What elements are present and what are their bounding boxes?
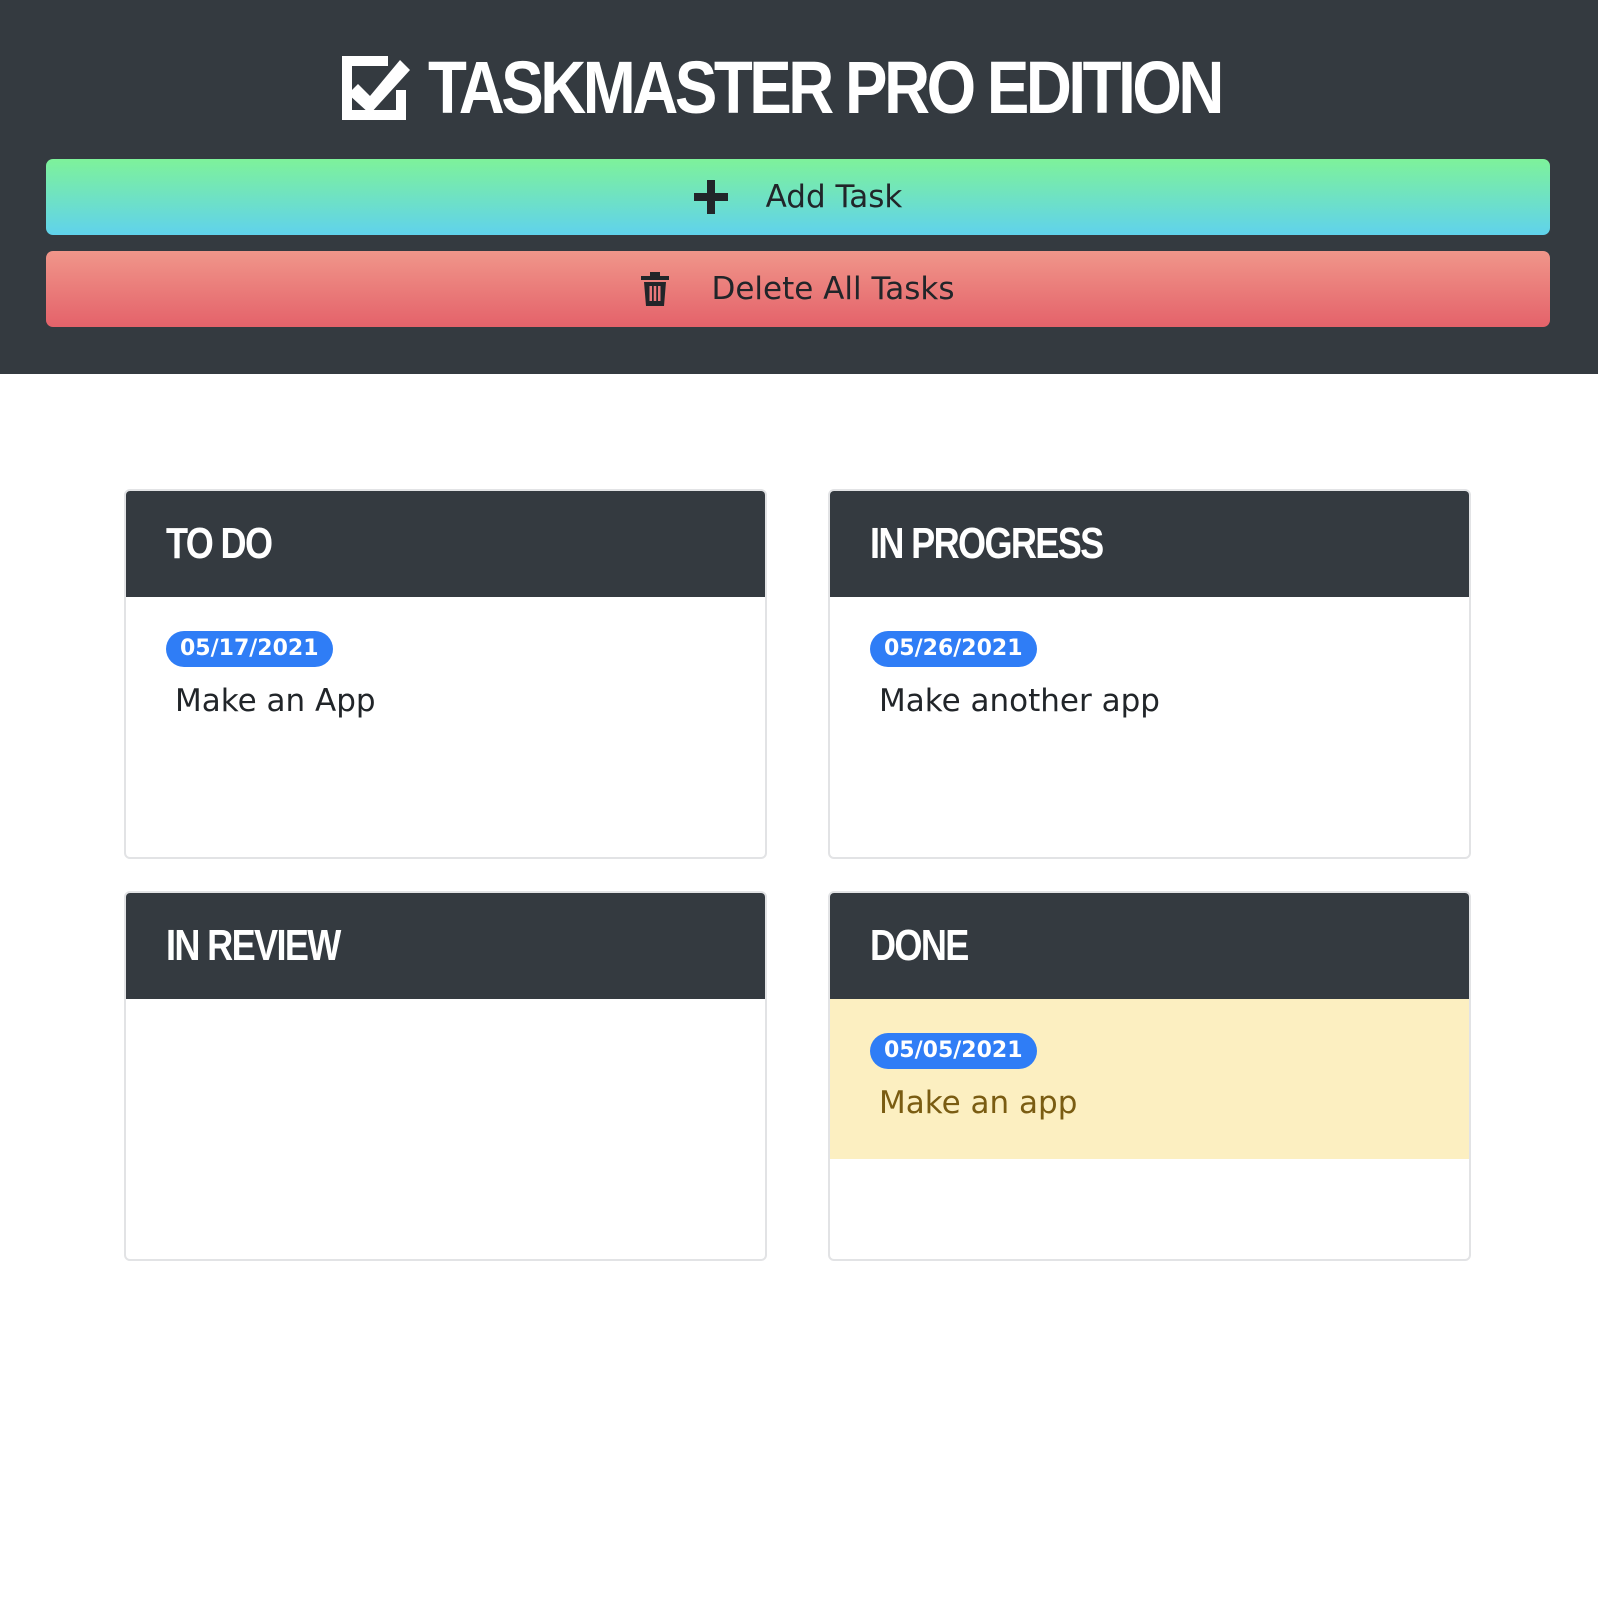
task-text: Make an app	[879, 1085, 1078, 1121]
delete-all-tasks-label: Delete All Tasks	[711, 271, 955, 307]
app-header: TASKMASTER PRO EDITION Add Task Delete A…	[0, 0, 1598, 374]
column-done[interactable]: DONE 05/05/2021 Make an app	[828, 891, 1471, 1261]
column-in-review[interactable]: IN REVIEW	[124, 891, 767, 1261]
plus-icon	[693, 180, 728, 214]
column-header: IN PROGRESS	[830, 491, 1469, 597]
column-title: IN REVIEW	[166, 921, 341, 970]
app-title: TASKMASTER PRO EDITION	[428, 46, 1224, 129]
checkbox-icon	[338, 52, 410, 124]
app-title-row: TASKMASTER PRO EDITION	[0, 50, 1598, 126]
column-title: DONE	[870, 921, 969, 970]
delete-all-tasks-button[interactable]: Delete All Tasks	[46, 251, 1550, 327]
task-card[interactable]: 05/17/2021 Make an App	[126, 597, 765, 747]
task-card[interactable]: 05/05/2021 Make an app	[830, 999, 1469, 1159]
task-card[interactable]: 05/26/2021 Make another app	[830, 597, 1469, 747]
column-header: TO DO	[126, 491, 765, 597]
due-date-badge: 05/17/2021	[166, 631, 333, 667]
add-task-label: Add Task	[765, 179, 903, 215]
column-title: IN PROGRESS	[870, 519, 1104, 568]
column-todo[interactable]: TO DO 05/17/2021 Make an App	[124, 489, 767, 859]
task-text: Make an App	[175, 683, 376, 719]
column-header: DONE	[830, 893, 1469, 999]
task-text: Make another app	[879, 683, 1160, 719]
trash-icon	[641, 272, 670, 306]
column-title: TO DO	[166, 519, 273, 568]
column-in-progress[interactable]: IN PROGRESS 05/26/2021 Make another app	[828, 489, 1471, 859]
add-task-button[interactable]: Add Task	[46, 159, 1550, 235]
due-date-badge: 05/05/2021	[870, 1033, 1037, 1069]
column-header: IN REVIEW	[126, 893, 765, 999]
due-date-badge: 05/26/2021	[870, 631, 1037, 667]
